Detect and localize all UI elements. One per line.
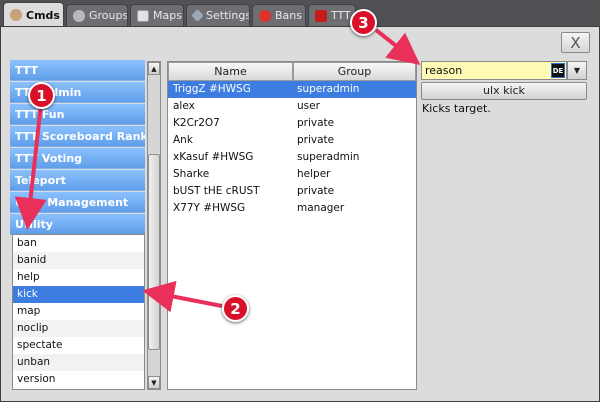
player-name: Sharke bbox=[173, 168, 210, 180]
scroll-thumb[interactable] bbox=[148, 154, 160, 350]
category-label: TTT bbox=[15, 64, 39, 77]
category-user-management[interactable]: User Management bbox=[10, 192, 145, 213]
category-ttt[interactable]: TTT bbox=[10, 60, 145, 81]
category-label: TTT Scoreboard Ranks bbox=[15, 130, 145, 143]
scroll-up-button[interactable]: ▲ bbox=[148, 62, 160, 75]
command-item-help[interactable]: help bbox=[13, 269, 144, 286]
table-row[interactable]: Sharke helper bbox=[168, 166, 416, 183]
category-utility[interactable]: Utility bbox=[10, 214, 145, 235]
player-group: private bbox=[297, 185, 335, 197]
table-row[interactable]: bUST tHE cRUST private bbox=[168, 183, 416, 200]
player-group: private bbox=[297, 134, 335, 146]
tab-label: Maps bbox=[153, 9, 182, 22]
tab-maps[interactable]: Maps bbox=[130, 4, 184, 26]
command-item-unban[interactable]: unban bbox=[13, 354, 144, 371]
player-name: TriggZ #HWSG bbox=[173, 83, 251, 95]
table-header: Name Group bbox=[168, 62, 416, 81]
category-scrollbar[interactable]: ▲ ▼ bbox=[147, 61, 161, 390]
player-group: helper bbox=[297, 168, 331, 180]
player-group: superadmin bbox=[297, 151, 360, 163]
annotation-badge-2: 2 bbox=[222, 295, 249, 322]
map-icon bbox=[137, 9, 149, 22]
command-item-map[interactable]: map bbox=[13, 303, 144, 320]
player-group: superadmin bbox=[297, 83, 360, 95]
category-label: TTT Voting bbox=[15, 152, 83, 165]
group-icon bbox=[73, 9, 85, 22]
table-row[interactable]: K2Cr2O7 private bbox=[168, 115, 416, 132]
player-group: user bbox=[297, 100, 320, 112]
tab-bar: Cmds Groups Maps Settings Bans TTT bbox=[0, 0, 600, 27]
arrow-down-icon: ▼ bbox=[151, 378, 157, 387]
category-ttt-fun[interactable]: TTT Fun bbox=[10, 104, 145, 125]
ttt-icon bbox=[315, 9, 327, 22]
person-icon bbox=[10, 9, 22, 21]
tab-ttt[interactable]: TTT bbox=[308, 4, 356, 26]
column-header-name[interactable]: Name bbox=[168, 62, 293, 81]
tab-label: TTT bbox=[331, 9, 351, 22]
tab-label: Settings bbox=[206, 9, 250, 22]
command-item-kick[interactable]: kick bbox=[13, 286, 144, 303]
command-item-version[interactable]: version bbox=[13, 371, 144, 388]
tab-label: Cmds bbox=[26, 8, 60, 22]
table-row[interactable]: TriggZ #HWSG superadmin bbox=[168, 81, 416, 98]
category-ttt-scoreboard-ranks[interactable]: TTT Scoreboard Ranks bbox=[10, 126, 145, 147]
command-item-ban[interactable]: ban bbox=[13, 235, 144, 252]
tab-label: Groups bbox=[89, 9, 128, 22]
annotation-badge-3: 3 bbox=[350, 9, 377, 36]
table-row[interactable]: X77Y #HWSG manager bbox=[168, 200, 416, 217]
command-item-banid[interactable]: banid bbox=[13, 252, 144, 269]
player-name: xKasuf #HWSG bbox=[173, 151, 254, 163]
column-header-group[interactable]: Group bbox=[293, 62, 416, 81]
scroll-down-button[interactable]: ▼ bbox=[148, 376, 160, 389]
category-label: User Management bbox=[15, 196, 129, 209]
category-label: Utility bbox=[15, 218, 53, 231]
command-help-text: Kicks target. bbox=[422, 102, 491, 115]
player-group: manager bbox=[297, 202, 345, 214]
command-item-spectate[interactable]: spectate bbox=[13, 337, 144, 354]
tab-bans[interactable]: Bans bbox=[252, 4, 306, 26]
chevron-down-icon: ▼ bbox=[573, 66, 581, 75]
reason-input-value: reason bbox=[425, 64, 463, 77]
category-ttt-voting[interactable]: TTT Voting bbox=[10, 148, 145, 169]
table-row[interactable]: alex user bbox=[168, 98, 416, 115]
close-button[interactable]: X bbox=[561, 32, 590, 53]
tab-label: Bans bbox=[275, 9, 302, 22]
player-name: bUST tHE cRUST bbox=[173, 185, 260, 197]
player-name: K2Cr2O7 bbox=[173, 117, 220, 129]
tab-settings[interactable]: Settings bbox=[186, 4, 250, 26]
table-row[interactable]: Ank private bbox=[168, 132, 416, 149]
ban-icon bbox=[259, 9, 271, 22]
tab-groups[interactable]: Groups bbox=[66, 4, 128, 26]
command-item-noclip[interactable]: noclip bbox=[13, 320, 144, 337]
command-list: ban banid help kick map noclip spectate … bbox=[12, 234, 145, 390]
arrow-up-icon: ▲ bbox=[151, 64, 157, 73]
table-row[interactable]: xKasuf #HWSG superadmin bbox=[168, 149, 416, 166]
category-label: TTT Fun bbox=[15, 108, 65, 121]
tab-cmds[interactable]: Cmds bbox=[3, 2, 64, 27]
players-table: Name Group TriggZ #HWSG superadmin alex … bbox=[167, 61, 417, 390]
reason-dropdown-button[interactable]: ▼ bbox=[567, 61, 587, 80]
player-group: private bbox=[297, 117, 335, 129]
close-icon: X bbox=[570, 33, 581, 52]
player-name: alex bbox=[173, 100, 195, 112]
annotation-badge-1: 1 bbox=[28, 82, 55, 109]
player-name: X77Y #HWSG bbox=[173, 202, 246, 214]
player-name: Ank bbox=[173, 134, 193, 146]
run-command-button[interactable]: ulx kick bbox=[421, 82, 587, 100]
input-language-badge: DE bbox=[551, 63, 565, 78]
reason-input[interactable]: reason bbox=[421, 61, 567, 80]
wrench-icon bbox=[191, 9, 204, 22]
category-label: Teleport bbox=[15, 174, 66, 187]
category-teleport[interactable]: Teleport bbox=[10, 170, 145, 191]
